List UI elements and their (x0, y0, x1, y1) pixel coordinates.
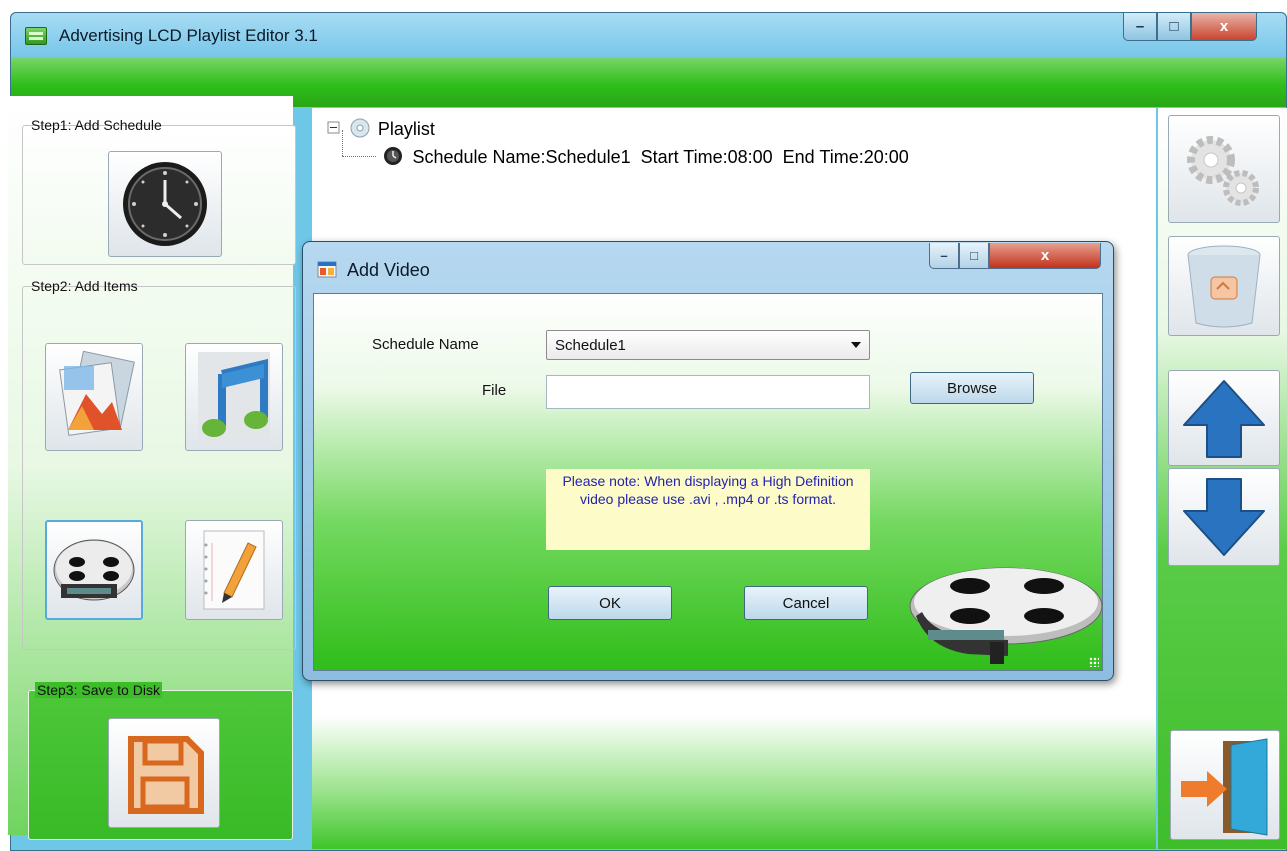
window-title: Advertising LCD Playlist Editor 3.1 (59, 26, 318, 45)
title-bar[interactable]: Advertising LCD Playlist Editor 3.1 – □ … (11, 13, 1286, 57)
collapse-icon[interactable] (327, 121, 343, 137)
recycle-bin-icon (1187, 245, 1261, 328)
add-schedule-button[interactable] (108, 151, 222, 257)
exit-door-icon (1181, 738, 1268, 836)
tree-schedule-row[interactable]: Schedule Name:Schedule1 Start Time:08:00… (382, 145, 909, 168)
ok-button[interactable]: OK (548, 586, 672, 620)
save-to-disk-button[interactable] (108, 718, 220, 828)
tree-schedule-label: Schedule Name:Schedule1 Start Time:08:00… (412, 147, 909, 167)
arrow-up-icon (1183, 380, 1265, 458)
dialog-title: Add Video (347, 260, 430, 280)
film-reel-icon (909, 567, 1103, 664)
exit-button[interactable] (1170, 730, 1280, 840)
close-button[interactable]: x (1191, 13, 1257, 41)
dialog-body: Schedule Name Schedule1 File Browse Plea… (313, 293, 1103, 671)
file-label: File (482, 382, 507, 399)
maximize-button[interactable]: □ (1157, 13, 1191, 41)
music-note-icon (198, 352, 270, 442)
dialog-maximize-button[interactable]: □ (959, 243, 989, 269)
arrow-down-icon (1183, 478, 1265, 556)
settings-button[interactable] (1168, 115, 1280, 223)
move-down-button[interactable] (1168, 468, 1280, 566)
schedule-name-value: Schedule1 (555, 337, 626, 354)
notepad-pencil-icon (203, 530, 265, 610)
format-note: Please note: When displaying a High Defi… (546, 469, 870, 550)
schedule-name-select[interactable]: Schedule1 (546, 330, 870, 360)
move-up-button[interactable] (1168, 370, 1280, 466)
schedule-name-label: Schedule Name (372, 336, 479, 353)
delete-button[interactable] (1168, 236, 1280, 336)
minimize-button[interactable]: – (1123, 13, 1157, 41)
disc-icon (350, 118, 370, 138)
dialog-minimize-button[interactable]: – (929, 243, 959, 269)
tree-connector (342, 130, 343, 156)
file-input[interactable] (546, 375, 870, 409)
floppy-disk-icon (128, 736, 204, 814)
window-icon (317, 261, 337, 278)
image-icon (59, 350, 135, 436)
tree-root-row[interactable]: Playlist (327, 117, 435, 140)
clock-icon (384, 147, 402, 165)
tree-root-label: Playlist (377, 119, 435, 139)
add-music-button[interactable] (185, 343, 283, 451)
gears-icon (1187, 136, 1259, 206)
film-reel-icon (53, 539, 135, 601)
step2-label: Step2: Add Items (31, 278, 138, 294)
browse-button[interactable]: Browse (910, 372, 1034, 404)
app-icon (25, 27, 47, 45)
chevron-down-icon (851, 342, 861, 348)
add-image-button[interactable] (45, 343, 143, 451)
tree-connector (342, 156, 376, 157)
step1-label: Step1: Add Schedule (31, 117, 162, 133)
add-video-dialog: Add Video – □ x Schedule Name Schedule1 … (302, 241, 1114, 681)
add-video-button[interactable] (45, 520, 143, 620)
dialog-close-button[interactable]: x (989, 243, 1101, 269)
resize-grip[interactable] (1089, 657, 1099, 667)
add-text-button[interactable] (185, 520, 283, 620)
step3-label: Step3: Save to Disk (35, 682, 162, 698)
clock-icon (123, 162, 207, 246)
cancel-button[interactable]: Cancel (744, 586, 868, 620)
